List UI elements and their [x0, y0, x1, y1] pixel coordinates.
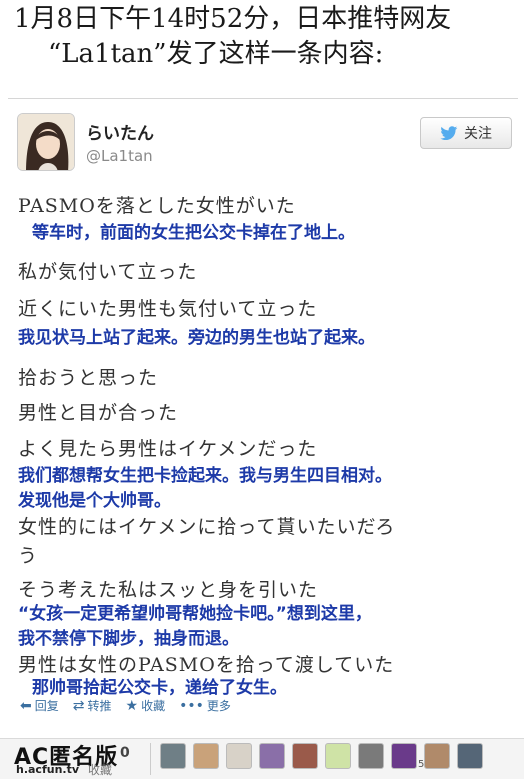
follow-label: 关注 — [464, 126, 492, 142]
reply-arrow-icon: ⬅ — [20, 697, 32, 714]
favoriter-avatar[interactable] — [358, 743, 384, 769]
user-handle[interactable]: @La1tan — [86, 147, 153, 165]
favoriter-avatar[interactable] — [391, 743, 417, 769]
tweet-line-cn: 那帅哥拾起公交卡，递给了女生。 — [32, 678, 287, 698]
tweet-line-cn: 我们都想帮女生把卡捡起来。我与男生四目相对。 — [18, 466, 392, 486]
favoriter-avatar[interactable] — [292, 743, 318, 769]
more-label: 更多 — [206, 699, 231, 713]
display-name[interactable]: らいたん — [86, 119, 154, 144]
headline-line-1: 1月8日下午14时52分，日本推特网友 — [14, 4, 452, 34]
favorite-label: 收藏 — [141, 699, 166, 713]
tweet-line-cn: 等车时，前面的女生把公交卡掉在了地上。 — [32, 223, 355, 243]
headline: 1月8日下午14时52分，日本推特网友 “La1tan”发了这样一条内容: — [14, 2, 514, 72]
tweet-line-cn: “女孩一定更希望帅哥帮她捡卡吧。”想到这里， — [18, 604, 372, 624]
favoriter-avatar[interactable] — [424, 743, 450, 769]
favoriter-avatar[interactable] — [160, 743, 186, 769]
favorite-count: 0 — [120, 745, 130, 761]
divider — [150, 743, 151, 775]
favoriter-avatar[interactable] — [457, 743, 483, 769]
tweet-line-cn: 发现他是个大帅哥。 — [18, 491, 171, 511]
tweet-line-cn: 我不禁停下脚步，抽身而退。 — [18, 629, 239, 649]
tweet-line-cn: 我见状马上站了起来。旁边的男生也站了起来。 — [18, 328, 375, 348]
more-button[interactable]: ••• 更多 — [179, 697, 231, 714]
retweet-button[interactable]: ⇄ 转推 — [73, 697, 112, 714]
tweet-line-jp: 女性的にはイケメンに拾って貰いたいだろ — [18, 516, 396, 538]
badge-number: 5 — [418, 759, 425, 770]
tweet-line-jp: 私が気付いて立った — [18, 261, 198, 283]
more-dots-icon: ••• — [179, 697, 204, 714]
bottom-strip: AC匿名版 h.acfun.tv 0 转推 收藏 5 — [0, 738, 524, 779]
tweet-line-jp: 男性と目が合った — [18, 402, 179, 424]
favorite-count-label: 收藏 — [88, 763, 113, 777]
tweet-line-jp: う — [18, 545, 39, 567]
avatar[interactable] — [17, 113, 75, 171]
favoriter-avatar[interactable] — [226, 743, 252, 769]
tweet-line-jp: そう考えた私はスッと身を引いた — [18, 579, 319, 601]
favoriter-avatar[interactable] — [259, 743, 285, 769]
tweet-actions: ⬅ 回复 ⇄ 转推 ★ 收藏 ••• 更多 — [20, 697, 231, 714]
retweet-icon: ⇄ — [72, 697, 85, 714]
tweet-line-jp: 拾おうと思った — [18, 367, 159, 389]
retweet-label: 转推 — [87, 699, 112, 713]
reply-label: 回复 — [34, 699, 59, 713]
follow-button[interactable]: 关注 — [420, 117, 512, 149]
tweet-card: らいたん @La1tan 关注 PASMOを落とした女性がいた 等车时，前面的女… — [8, 98, 518, 738]
twitter-bird-icon — [440, 125, 458, 140]
tweet-line-jp: PASMOを落とした女性がいた — [18, 195, 296, 217]
favoriters-avatars — [160, 743, 483, 769]
favorite-button[interactable]: ★ 收藏 — [126, 697, 166, 714]
headline-line-2: “La1tan”发了这样一条内容: — [48, 39, 384, 69]
reply-button[interactable]: ⬅ 回复 — [20, 697, 59, 714]
star-icon: ★ — [125, 697, 139, 714]
tweet-line-jp: よく見たら男性はイケメンだった — [18, 438, 318, 460]
tweet-line-jp: 近くにいた男性も気付いて立った — [18, 298, 318, 320]
favoriter-avatar[interactable] — [193, 743, 219, 769]
favoriter-avatar[interactable] — [325, 743, 351, 769]
